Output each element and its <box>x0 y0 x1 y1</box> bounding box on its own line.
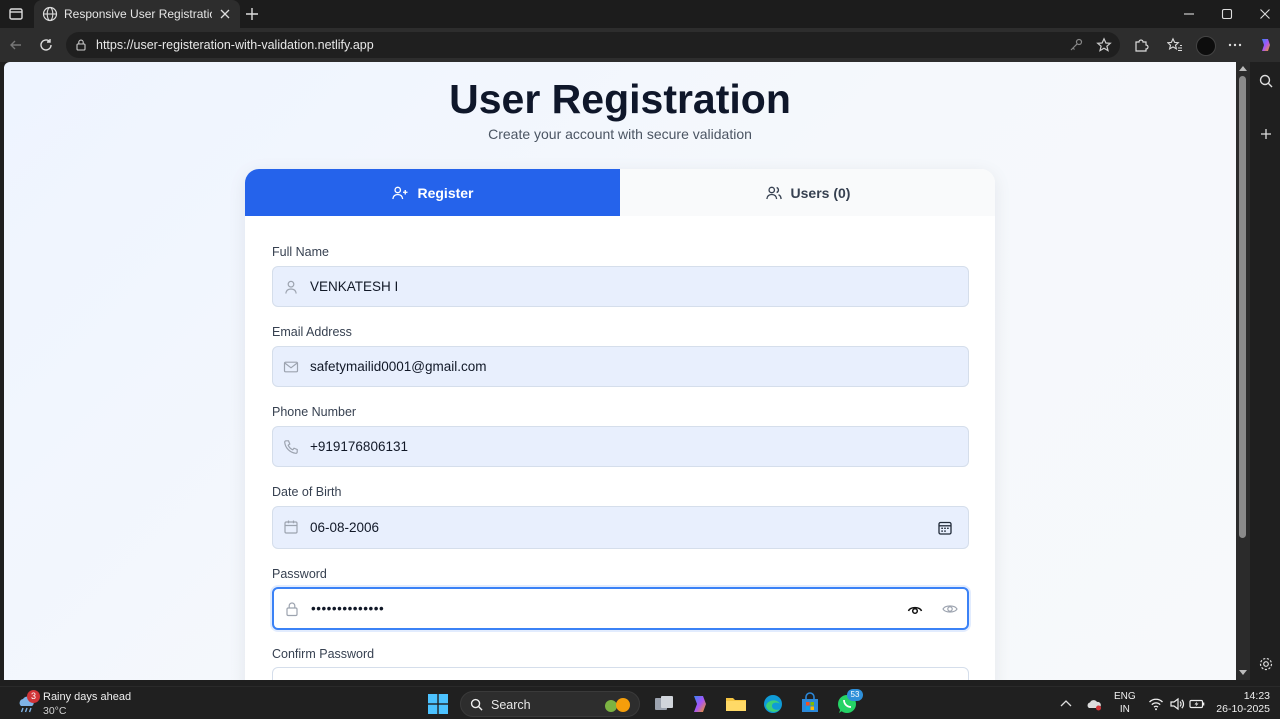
chevron-up-icon[interactable] <box>1058 696 1074 712</box>
dob-field[interactable]: 06-08-2006 <box>272 506 969 549</box>
back-icon[interactable] <box>8 37 24 53</box>
refresh-icon[interactable] <box>38 37 54 53</box>
tab-title: Responsive User Registration UI <box>64 7 212 21</box>
page-scrollbar[interactable] <box>1236 62 1250 680</box>
whatsapp-badge: 53 <box>847 689 863 701</box>
globe-icon <box>42 6 58 22</box>
extensions-icon[interactable] <box>1133 37 1149 53</box>
task-view-icon[interactable] <box>652 692 676 716</box>
taskbar-search[interactable]: Search <box>460 691 640 717</box>
view-tabs: Register Users (0) <box>245 169 995 216</box>
search-icon[interactable] <box>1258 73 1274 89</box>
close-tab-icon[interactable] <box>218 7 232 21</box>
tab-users-label: Users (0) <box>790 184 851 201</box>
eye-icon[interactable] <box>942 601 958 617</box>
email-label: Email Address <box>272 325 352 339</box>
clock-time: 14:23 <box>1243 690 1270 702</box>
copilot-icon[interactable] <box>1258 37 1274 53</box>
confirm-password-label: Confirm Password <box>272 647 375 661</box>
tab-actions-icon[interactable] <box>8 6 24 22</box>
taskbar: 3 Rainy days ahead 30°C Search 53 ENG IN… <box>0 686 1280 719</box>
windows-start-icon[interactable] <box>428 694 448 714</box>
dob-label: Date of Birth <box>272 485 342 499</box>
mail-icon <box>283 361 299 373</box>
tab-register-label: Register <box>417 184 474 201</box>
scroll-down-arrow[interactable] <box>1239 670 1247 675</box>
search-icon <box>470 698 483 711</box>
browser-reveal-password-icon[interactable] <box>907 601 923 617</box>
clock-date: 26-10-2025 <box>1216 703 1270 715</box>
phone-label: Phone Number <box>272 405 357 419</box>
confirm-password-field[interactable] <box>272 667 969 680</box>
user-plus-icon <box>392 186 408 199</box>
url-text[interactable]: https://user-registeration-with-validati… <box>96 38 374 52</box>
microsoft-store-icon[interactable] <box>798 692 822 716</box>
search-label: Search <box>491 698 531 712</box>
address-bar[interactable]: https://user-registeration-with-validati… <box>66 32 1120 58</box>
lock-icon <box>286 602 298 617</box>
maximize-icon[interactable] <box>1219 6 1235 22</box>
full-name-field[interactable]: VENKATESH I <box>272 266 969 307</box>
volume-icon[interactable] <box>1169 696 1185 712</box>
browser-sidebar <box>1252 62 1280 680</box>
tab-users[interactable]: Users (0) <box>620 169 995 216</box>
edge-browser-icon[interactable] <box>761 692 785 716</box>
full-name-value: VENKATESH I <box>310 279 399 294</box>
registration-card: Register Users (0) Full Name VENKATESH I… <box>245 169 995 680</box>
password-label: Password <box>272 567 327 581</box>
temperature: 30°C <box>43 705 67 717</box>
key-icon[interactable] <box>1068 37 1084 53</box>
lock-icon[interactable] <box>74 38 88 52</box>
tab-register[interactable]: Register <box>245 169 620 216</box>
weather-badge: 3 <box>27 690 40 703</box>
system-clock[interactable]: 14:23 26-10-2025 <box>1210 690 1270 716</box>
copilot-app-icon[interactable] <box>688 692 712 716</box>
scroll-thumb[interactable] <box>1239 76 1246 538</box>
favorites-icon[interactable] <box>1167 37 1183 53</box>
user-icon <box>285 280 297 294</box>
file-explorer-icon[interactable] <box>724 692 748 716</box>
email-value: safetymailid0001@gmail.com <box>310 359 487 374</box>
new-tab-icon[interactable] <box>244 6 260 22</box>
browser-tab[interactable]: Responsive User Registration UI <box>34 0 240 28</box>
page-title: User Registration <box>449 76 791 122</box>
wifi-icon[interactable] <box>1148 696 1164 712</box>
phone-icon <box>284 440 298 454</box>
favorite-star-icon[interactable] <box>1096 37 1112 53</box>
dob-value: 06-08-2006 <box>310 520 380 535</box>
browser-tab-bar: Responsive User Registration UI <box>0 0 1280 28</box>
phone-value: +919176806131 <box>310 439 408 454</box>
add-icon[interactable] <box>1258 126 1274 142</box>
profile-avatar[interactable] <box>1196 36 1216 56</box>
lang-line1: ENG <box>1114 691 1136 702</box>
page-viewport: User Registration Create your account wi… <box>4 62 1236 680</box>
more-options-icon[interactable] <box>1227 37 1243 53</box>
lang-line2: IN <box>1119 704 1130 715</box>
password-field[interactable]: •••••••••••••• <box>272 587 969 630</box>
onedrive-icon[interactable] <box>1086 696 1102 712</box>
date-picker-icon[interactable] <box>937 520 953 536</box>
minimize-icon[interactable] <box>1181 6 1197 22</box>
battery-icon[interactable] <box>1189 696 1205 712</box>
browser-toolbar: https://user-registeration-with-validati… <box>0 28 1280 62</box>
full-name-label: Full Name <box>272 245 329 259</box>
calendar-icon <box>284 520 298 534</box>
password-value: •••••••••••••• <box>311 601 385 616</box>
email-field[interactable]: safetymailid0001@gmail.com <box>272 346 969 387</box>
language-indicator[interactable]: ENG IN <box>1114 690 1136 716</box>
phone-field[interactable]: +919176806131 <box>272 426 969 467</box>
weather-text: Rainy days ahead <box>43 691 132 703</box>
scroll-up-arrow[interactable] <box>1239 66 1247 71</box>
settings-gear-icon[interactable] <box>1258 656 1274 672</box>
close-window-icon[interactable] <box>1257 6 1273 22</box>
users-icon <box>765 186 782 199</box>
search-highlight-fruit-icon <box>605 698 630 712</box>
page-subtitle: Create your account with secure validati… <box>488 126 752 142</box>
